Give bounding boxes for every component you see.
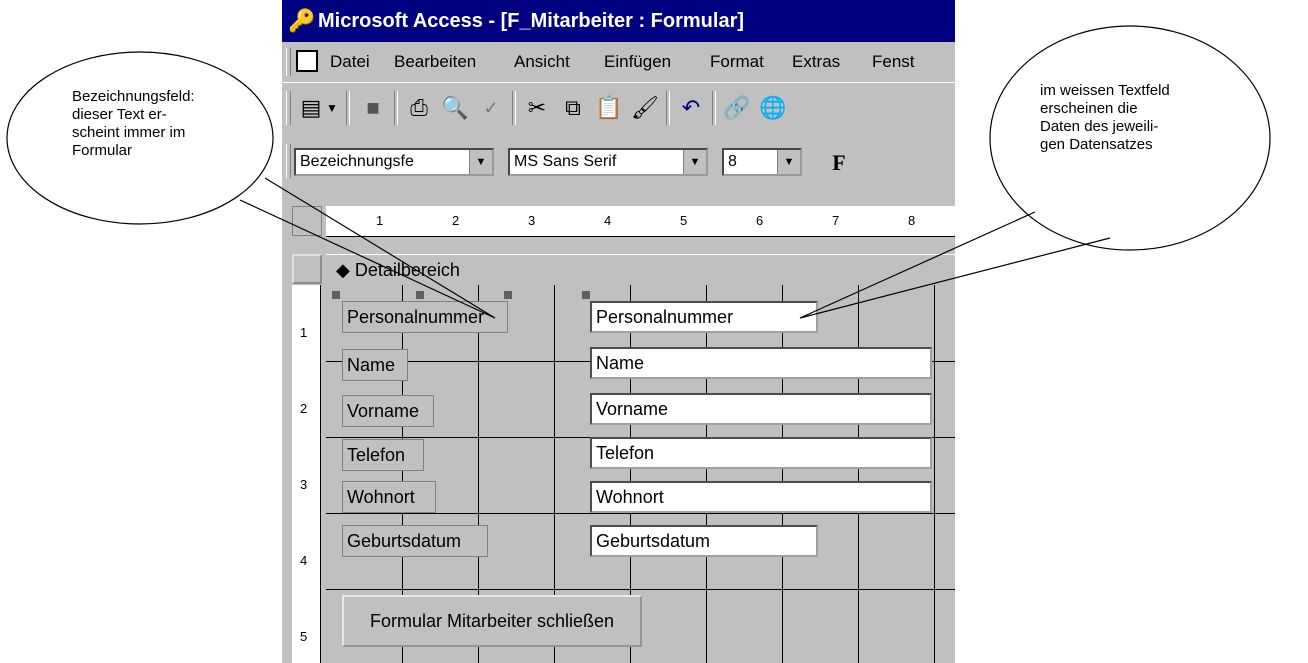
callout-left-text: Bezeichnungsfeld: dieser Text er- schein… xyxy=(72,88,195,159)
callout-right-text: im weissen Textfeld erscheinen die Daten… xyxy=(1040,82,1170,153)
callout-right-shape xyxy=(799,25,1271,319)
